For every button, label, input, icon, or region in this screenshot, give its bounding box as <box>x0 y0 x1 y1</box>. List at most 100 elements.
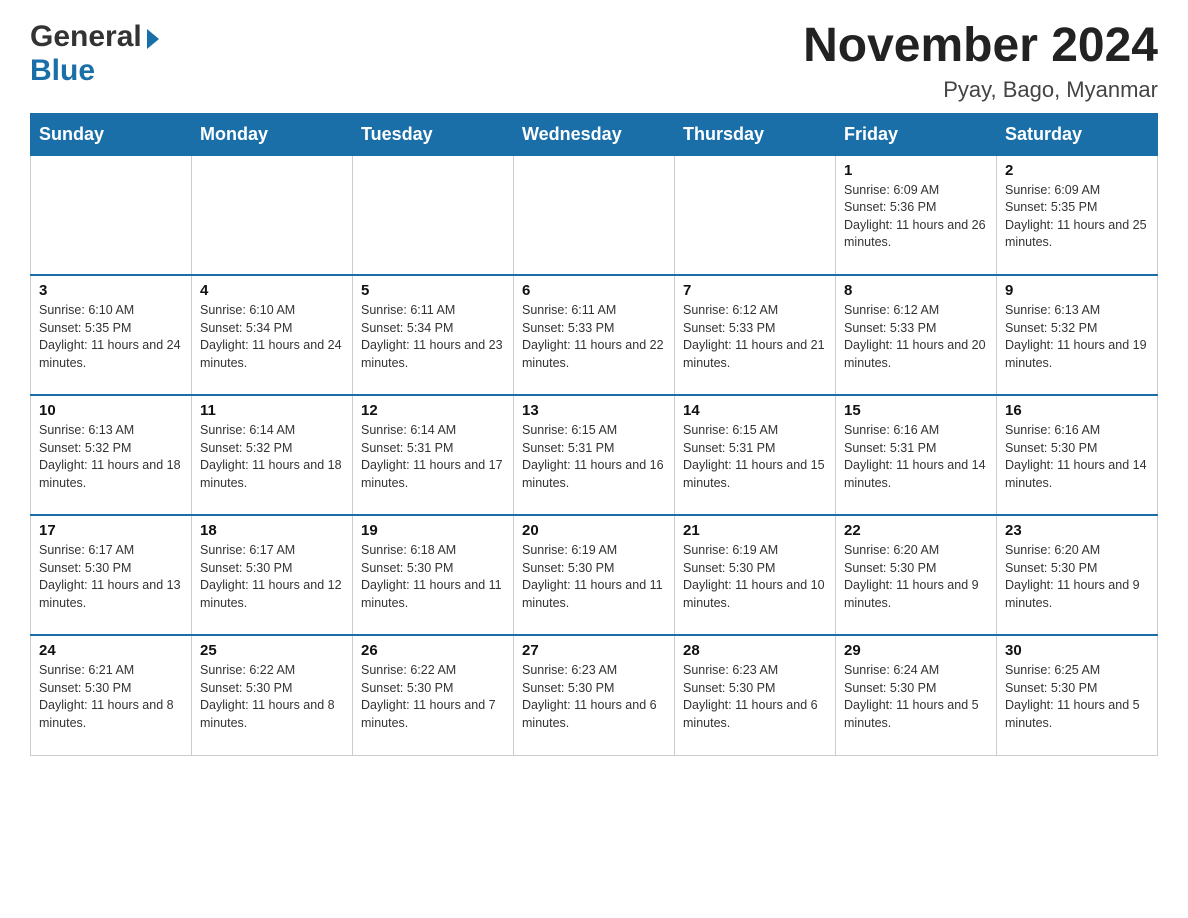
day-info: Sunrise: 6:13 AMSunset: 5:32 PMDaylight:… <box>1005 302 1149 372</box>
table-row: 27 Sunrise: 6:23 AMSunset: 5:30 PMDayligh… <box>514 635 675 755</box>
table-row: 11 Sunrise: 6:14 AMSunset: 5:32 PMDayligh… <box>192 395 353 515</box>
day-number: 2 <box>1005 162 1149 179</box>
day-number: 1 <box>844 162 988 179</box>
calendar-title-area: November 2024 Pyay, Bago, Myanmar <box>803 20 1158 103</box>
day-number: 14 <box>683 402 827 419</box>
table-row: 13 Sunrise: 6:15 AMSunset: 5:31 PMDayligh… <box>514 395 675 515</box>
day-number: 9 <box>1005 282 1149 299</box>
col-monday: Monday <box>192 113 353 155</box>
table-row <box>31 155 192 275</box>
table-row <box>675 155 836 275</box>
table-row: 19 Sunrise: 6:18 AMSunset: 5:30 PMDayligh… <box>353 515 514 635</box>
day-number: 17 <box>39 522 183 539</box>
table-row: 8 Sunrise: 6:12 AMSunset: 5:33 PMDaylight… <box>836 275 997 395</box>
table-row: 29Sunrise: 6:24 AMSunset: 5:30 PMDayligh… <box>836 635 997 755</box>
day-info: Sunrise: 6:11 AMSunset: 5:33 PMDaylight:… <box>522 302 666 372</box>
day-number: 13 <box>522 402 666 419</box>
day-number: 26 <box>361 642 505 659</box>
day-info: Sunrise: 6:18 AMSunset: 5:30 PMDaylight:… <box>361 542 505 612</box>
page-header: General Blue November 2024 Pyay, Bago, M… <box>30 20 1158 103</box>
day-number: 3 <box>39 282 183 299</box>
day-info: Sunrise: 6:25 AMSunset: 5:30 PMDaylight:… <box>1005 662 1149 732</box>
table-row: 2 Sunrise: 6:09 AMSunset: 5:35 PMDaylight… <box>997 155 1158 275</box>
col-tuesday: Tuesday <box>353 113 514 155</box>
day-info: Sunrise: 6:10 AMSunset: 5:34 PMDaylight:… <box>200 302 344 372</box>
calendar-week-row: 24 Sunrise: 6:21 AMSunset: 5:30 PMDayligh… <box>31 635 1158 755</box>
day-info: Sunrise: 6:16 AMSunset: 5:30 PMDaylight:… <box>1005 422 1149 492</box>
day-info: Sunrise: 6:12 AMSunset: 5:33 PMDaylight:… <box>683 302 827 372</box>
day-info: Sunrise: 6:15 AMSunset: 5:31 PMDaylight:… <box>683 422 827 492</box>
day-info: Sunrise: 6:22 AMSunset: 5:30 PMDaylight:… <box>361 662 505 732</box>
day-number: 8 <box>844 282 988 299</box>
table-row <box>514 155 675 275</box>
logo-general-text: General <box>30 20 142 54</box>
day-number: 12 <box>361 402 505 419</box>
day-number: 28 <box>683 642 827 659</box>
day-number: 16 <box>1005 402 1149 419</box>
table-row: 6Sunrise: 6:11 AMSunset: 5:33 PMDaylight… <box>514 275 675 395</box>
table-row: 30 Sunrise: 6:25 AMSunset: 5:30 PMDayligh… <box>997 635 1158 755</box>
table-row <box>353 155 514 275</box>
day-number: 10 <box>39 402 183 419</box>
day-info: Sunrise: 6:21 AMSunset: 5:30 PMDaylight:… <box>39 662 183 732</box>
day-info: Sunrise: 6:23 AMSunset: 5:30 PMDaylight:… <box>522 662 666 732</box>
day-number: 20 <box>522 522 666 539</box>
day-info: Sunrise: 6:14 AMSunset: 5:32 PMDaylight:… <box>200 422 344 492</box>
calendar-header-row: Sunday Monday Tuesday Wednesday Thursday… <box>31 113 1158 155</box>
table-row: 26 Sunrise: 6:22 AMSunset: 5:30 PMDayligh… <box>353 635 514 755</box>
col-friday: Friday <box>836 113 997 155</box>
calendar-week-row: 10 Sunrise: 6:13 AMSunset: 5:32 PMDayligh… <box>31 395 1158 515</box>
day-info: Sunrise: 6:23 AMSunset: 5:30 PMDaylight:… <box>683 662 827 732</box>
day-info: Sunrise: 6:24 AMSunset: 5:30 PMDaylight:… <box>844 662 988 732</box>
day-info: Sunrise: 6:17 AMSunset: 5:30 PMDaylight:… <box>200 542 344 612</box>
logo: General Blue <box>30 20 159 88</box>
day-info: Sunrise: 6:09 AMSunset: 5:36 PMDaylight:… <box>844 182 988 252</box>
day-number: 19 <box>361 522 505 539</box>
day-number: 18 <box>200 522 344 539</box>
day-info: Sunrise: 6:15 AMSunset: 5:31 PMDaylight:… <box>522 422 666 492</box>
calendar-table: Sunday Monday Tuesday Wednesday Thursday… <box>30 113 1158 756</box>
table-row <box>192 155 353 275</box>
col-wednesday: Wednesday <box>514 113 675 155</box>
table-row: 21Sunrise: 6:19 AMSunset: 5:30 PMDayligh… <box>675 515 836 635</box>
day-info: Sunrise: 6:17 AMSunset: 5:30 PMDaylight:… <box>39 542 183 612</box>
day-info: Sunrise: 6:11 AMSunset: 5:34 PMDaylight:… <box>361 302 505 372</box>
table-row: 22Sunrise: 6:20 AMSunset: 5:30 PMDayligh… <box>836 515 997 635</box>
day-info: Sunrise: 6:22 AMSunset: 5:30 PMDaylight:… <box>200 662 344 732</box>
table-row: 4Sunrise: 6:10 AMSunset: 5:34 PMDaylight… <box>192 275 353 395</box>
calendar-week-row: 1 Sunrise: 6:09 AMSunset: 5:36 PMDaylight… <box>31 155 1158 275</box>
day-number: 22 <box>844 522 988 539</box>
day-number: 15 <box>844 402 988 419</box>
day-info: Sunrise: 6:13 AMSunset: 5:32 PMDaylight:… <box>39 422 183 492</box>
day-info: Sunrise: 6:19 AMSunset: 5:30 PMDaylight:… <box>522 542 666 612</box>
table-row: 12 Sunrise: 6:14 AMSunset: 5:31 PMDayligh… <box>353 395 514 515</box>
day-number: 24 <box>39 642 183 659</box>
logo-blue-text: Blue <box>30 54 95 88</box>
logo-arrow-icon <box>147 29 159 49</box>
table-row: 15 Sunrise: 6:16 AMSunset: 5:31 PMDayligh… <box>836 395 997 515</box>
calendar-location: Pyay, Bago, Myanmar <box>803 77 1158 103</box>
table-row: 14 Sunrise: 6:15 AMSunset: 5:31 PMDayligh… <box>675 395 836 515</box>
day-info: Sunrise: 6:16 AMSunset: 5:31 PMDaylight:… <box>844 422 988 492</box>
day-info: Sunrise: 6:12 AMSunset: 5:33 PMDaylight:… <box>844 302 988 372</box>
day-info: Sunrise: 6:14 AMSunset: 5:31 PMDaylight:… <box>361 422 505 492</box>
day-info: Sunrise: 6:10 AMSunset: 5:35 PMDaylight:… <box>39 302 183 372</box>
day-info: Sunrise: 6:09 AMSunset: 5:35 PMDaylight:… <box>1005 182 1149 252</box>
table-row: 25 Sunrise: 6:22 AMSunset: 5:30 PMDayligh… <box>192 635 353 755</box>
table-row: 3 Sunrise: 6:10 AMSunset: 5:35 PMDaylight… <box>31 275 192 395</box>
table-row: 24 Sunrise: 6:21 AMSunset: 5:30 PMDayligh… <box>31 635 192 755</box>
day-number: 25 <box>200 642 344 659</box>
col-thursday: Thursday <box>675 113 836 155</box>
day-number: 11 <box>200 402 344 419</box>
table-row: 16 Sunrise: 6:16 AMSunset: 5:30 PMDayligh… <box>997 395 1158 515</box>
table-row: 9 Sunrise: 6:13 AMSunset: 5:32 PMDaylight… <box>997 275 1158 395</box>
col-saturday: Saturday <box>997 113 1158 155</box>
day-number: 27 <box>522 642 666 659</box>
calendar-month-year: November 2024 <box>803 20 1158 73</box>
day-number: 30 <box>1005 642 1149 659</box>
table-row: 1 Sunrise: 6:09 AMSunset: 5:36 PMDaylight… <box>836 155 997 275</box>
calendar-week-row: 17 Sunrise: 6:17 AMSunset: 5:30 PMDayligh… <box>31 515 1158 635</box>
day-number: 23 <box>1005 522 1149 539</box>
table-row: 17 Sunrise: 6:17 AMSunset: 5:30 PMDayligh… <box>31 515 192 635</box>
table-row: 10 Sunrise: 6:13 AMSunset: 5:32 PMDayligh… <box>31 395 192 515</box>
